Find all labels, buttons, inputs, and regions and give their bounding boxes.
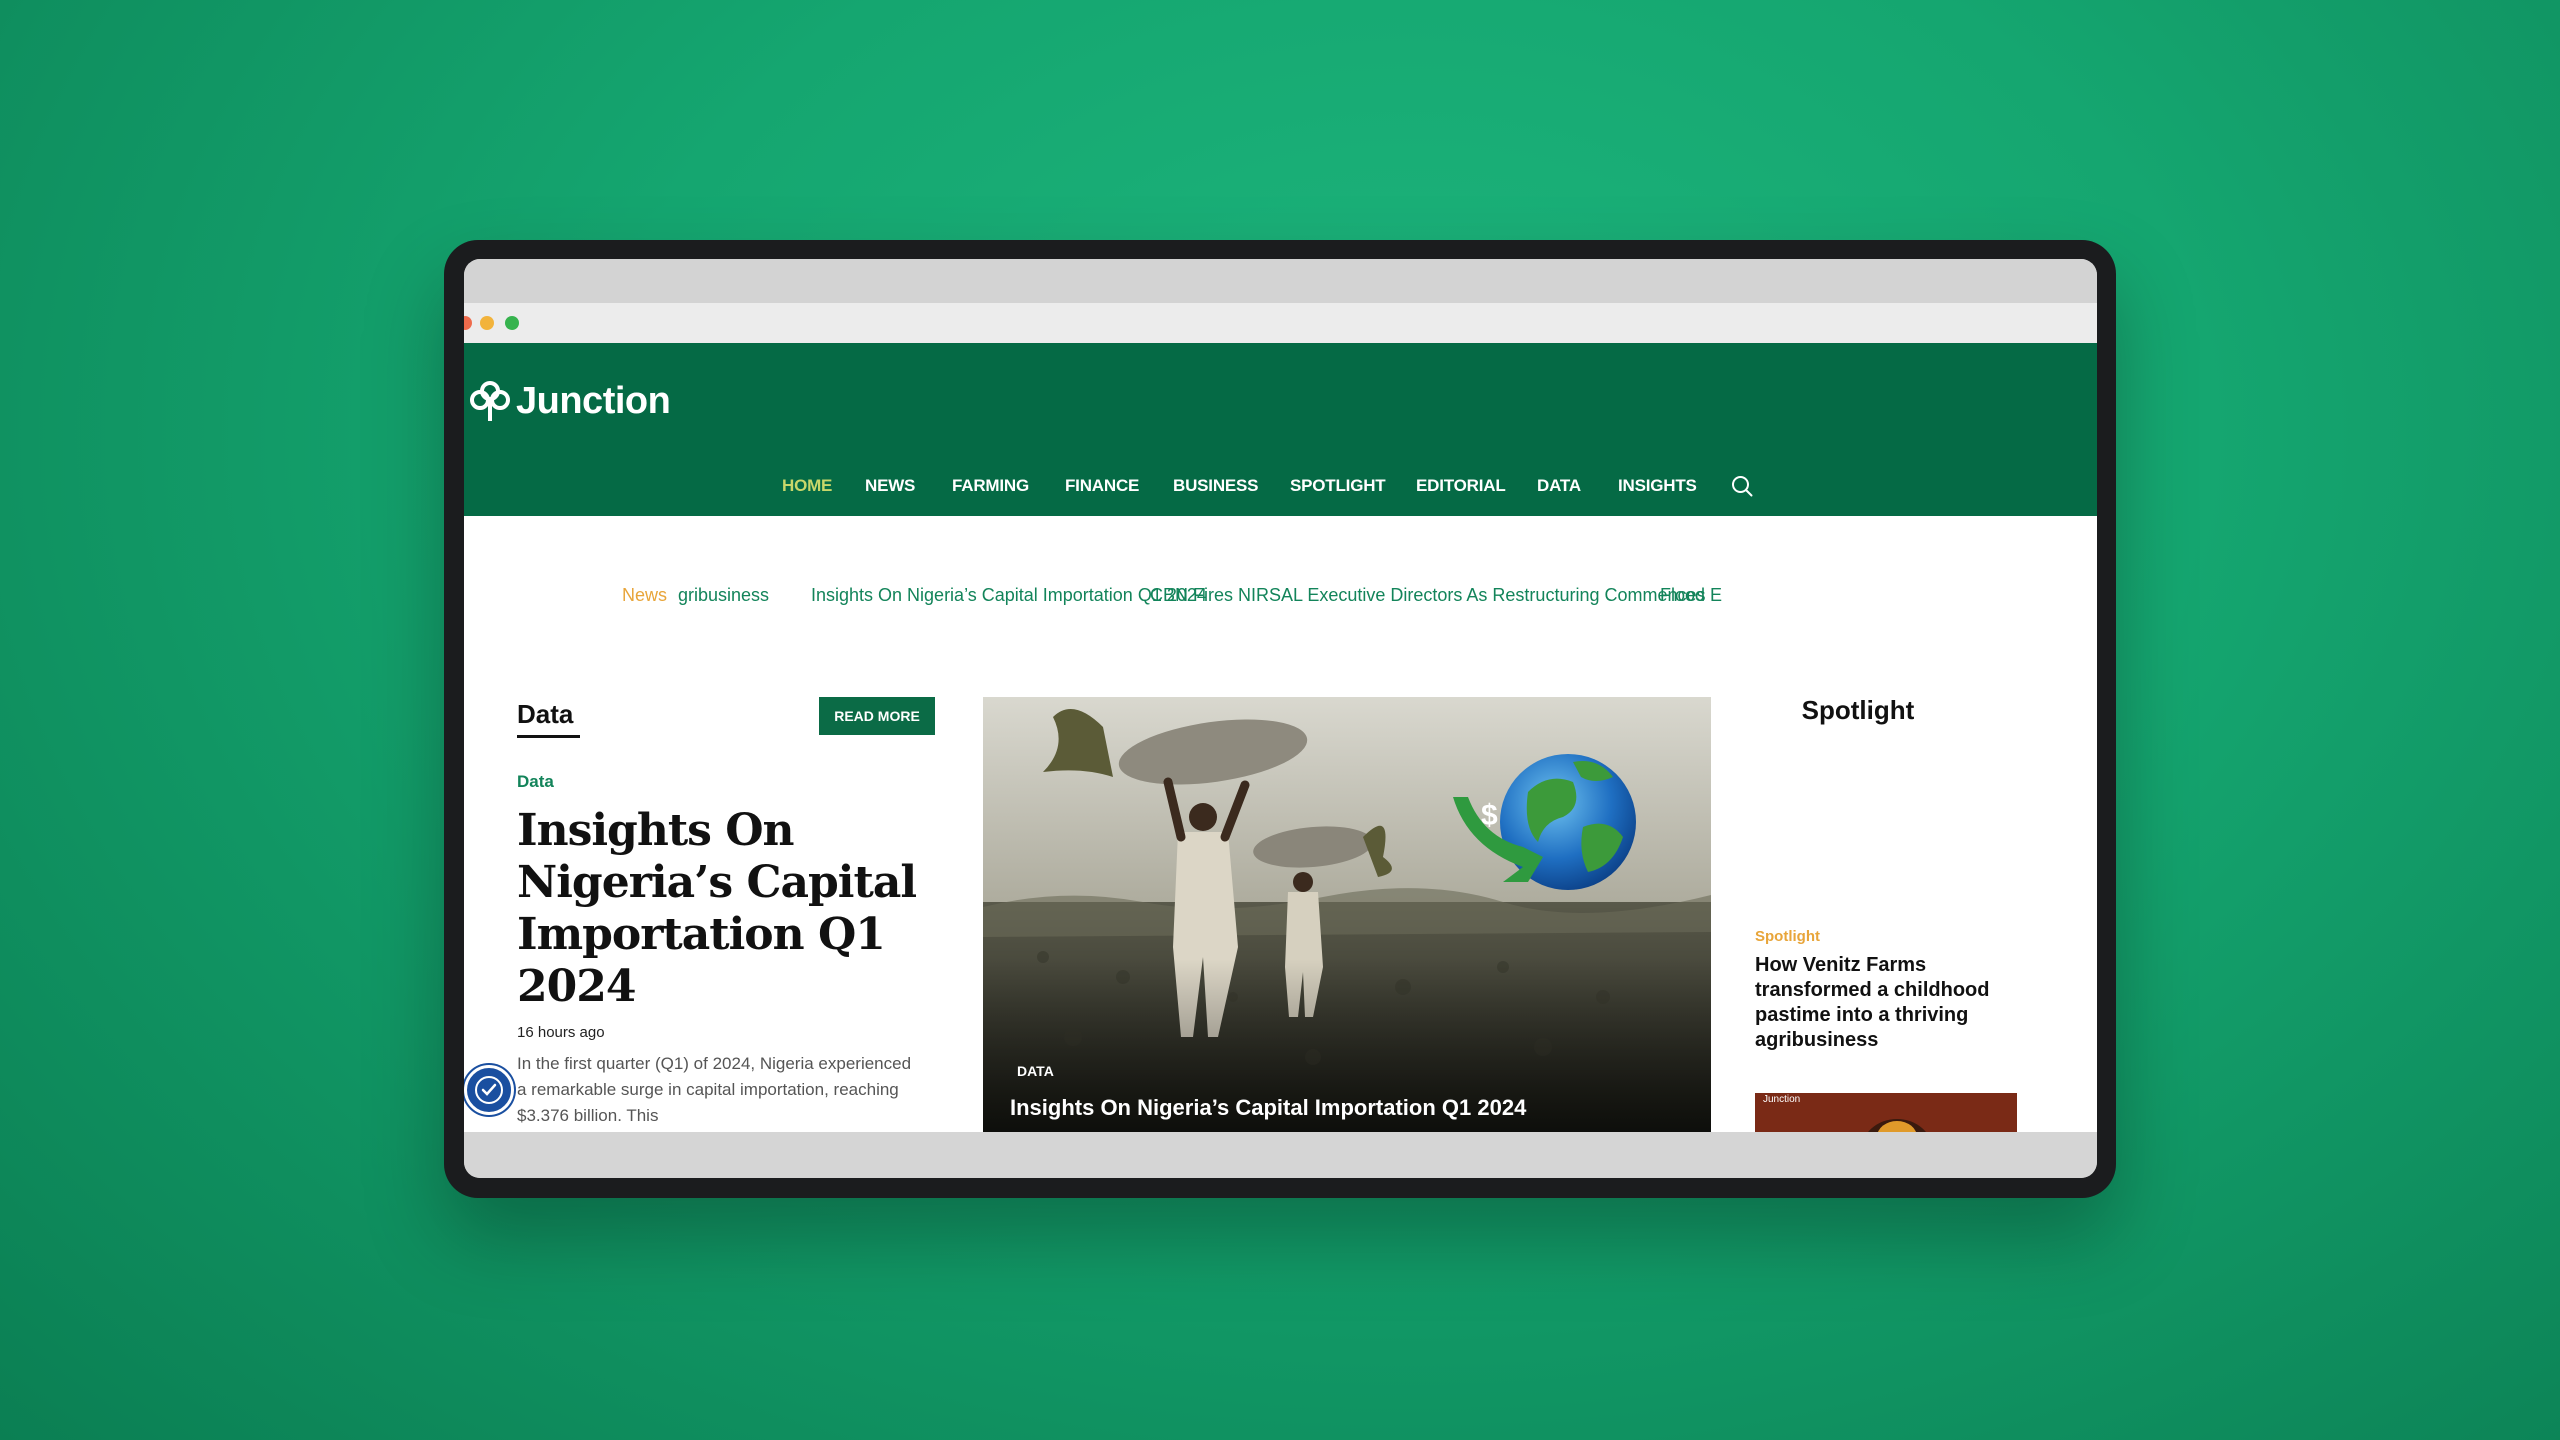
thumbnail-image <box>1868 1119 1926 1132</box>
close-window-button[interactable] <box>464 316 472 330</box>
browser-status-bar <box>464 1132 2097 1178</box>
nav-item-news[interactable]: NEWS <box>865 476 915 496</box>
hero-category-badge[interactable]: DATA <box>1017 1063 1054 1079</box>
main-nav: HOME NEWS FARMING FINANCE BUSINESS SPOTL… <box>464 476 2097 516</box>
accessibility-check-icon <box>475 1076 503 1104</box>
ticker-item[interactable]: Insights On Nigeria’s Capital Importatio… <box>811 585 1207 606</box>
nav-item-business[interactable]: BUSINESS <box>1173 476 1259 496</box>
nav-item-finance[interactable]: FINANCE <box>1065 476 1139 496</box>
article-timestamp: 16 hours ago <box>517 1024 605 1041</box>
article-excerpt: In the first quarter (Q1) of 2024, Niger… <box>517 1054 912 1125</box>
nav-item-home[interactable]: HOME <box>782 476 832 496</box>
nav-item-data[interactable]: DATA <box>1537 476 1581 496</box>
maximize-window-button[interactable] <box>505 316 519 330</box>
news-ticker: News gribusiness Insights On Nigeria’s C… <box>464 585 2097 609</box>
clover-logo-icon <box>470 381 510 421</box>
site-logo[interactable]: Junction <box>468 379 671 423</box>
minimize-window-button[interactable] <box>480 316 494 330</box>
nav-item-farming[interactable]: FARMING <box>952 476 1029 496</box>
nav-item-insights[interactable]: INSIGHTS <box>1618 476 1697 496</box>
section-title-spotlight: Spotlight <box>1801 695 1915 725</box>
browser-title-bar <box>464 259 2097 303</box>
hero-title[interactable]: Insights On Nigeria’s Capital Importatio… <box>1010 1095 1526 1121</box>
search-icon[interactable] <box>1730 474 1754 498</box>
hero-article-card[interactable]: $ DATA Insights On Nigeria’s Capital Imp… <box>983 697 1711 1132</box>
site-header: Junction HOME NEWS FARMING FINANCE BUSIN… <box>464 343 2097 516</box>
site-name: Junction <box>516 379 671 422</box>
accessibility-icon[interactable] <box>464 1065 514 1115</box>
ticker-item[interactable]: gribusiness <box>678 585 769 606</box>
ticker-label: News <box>622 585 668 605</box>
browser-toolbar <box>464 303 2097 343</box>
spotlight-category[interactable]: Spotlight <box>1755 928 1820 945</box>
ticker-track: gribusiness Insights On Nigeria’s Capita… <box>678 585 1740 609</box>
page-viewport: Junction HOME NEWS FARMING FINANCE BUSIN… <box>464 343 2097 1132</box>
ticker-item[interactable]: CBN Fires NIRSAL Executive Directors As … <box>1150 585 1706 606</box>
nav-item-editorial[interactable]: EDITORIAL <box>1416 476 1506 496</box>
article-headline[interactable]: Insights On Nigeria’s Capital Importatio… <box>517 805 937 1013</box>
tablet-frame: Junction HOME NEWS FARMING FINANCE BUSIN… <box>444 240 2116 1198</box>
nav-item-spotlight[interactable]: SPOTLIGHT <box>1290 476 1386 496</box>
ticker-item[interactable]: Flood E <box>1660 585 1722 606</box>
article-category[interactable]: Data <box>517 772 554 792</box>
browser-window: Junction HOME NEWS FARMING FINANCE BUSIN… <box>464 259 2097 1178</box>
hero-image: $ <box>983 697 1711 1132</box>
read-more-button[interactable]: READ MORE <box>819 697 935 735</box>
spotlight-thumbnail[interactable]: Junction <box>1755 1093 2017 1132</box>
section-title-underline <box>517 735 580 738</box>
spotlight-headline[interactable]: How Venitz Farms transformed a childhood… <box>1755 953 2025 1053</box>
section-title-data: Data <box>517 699 574 729</box>
